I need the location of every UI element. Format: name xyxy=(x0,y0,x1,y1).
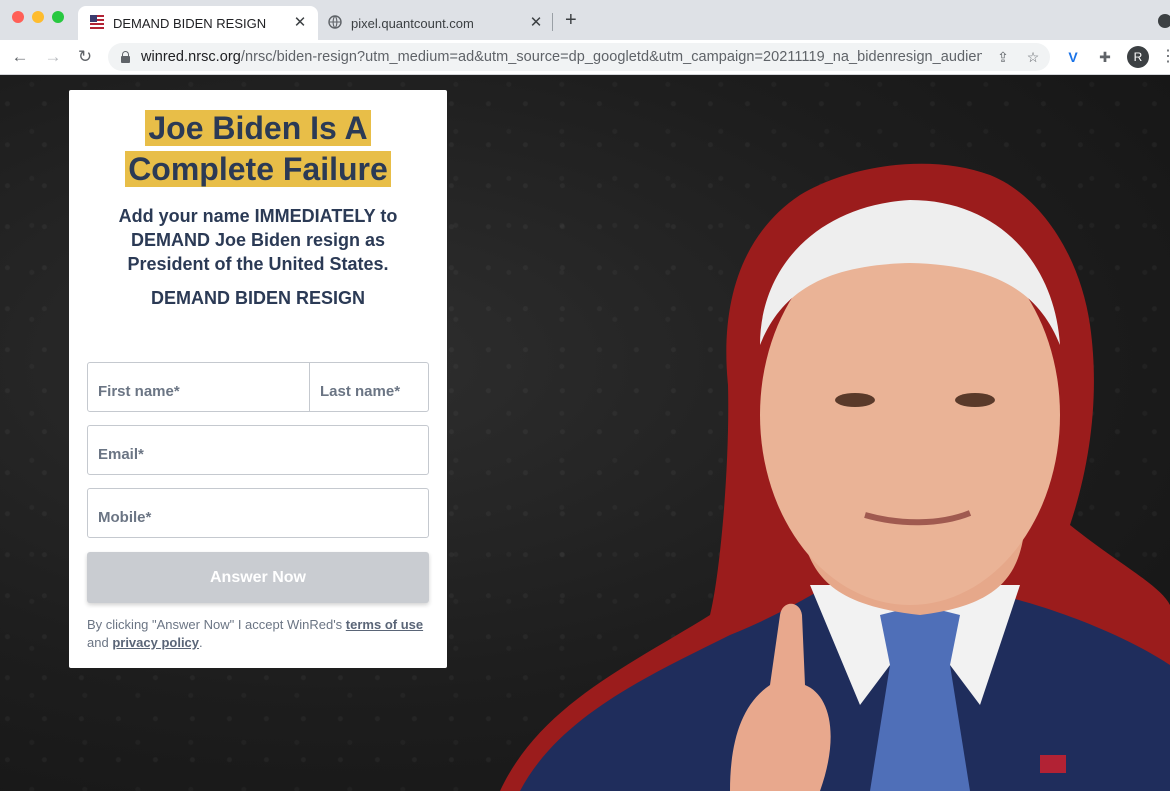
new-tab-plus-icon[interactable]: + xyxy=(565,10,577,30)
mobile-field[interactable] xyxy=(88,489,428,537)
forward-arrow-icon[interactable]: → xyxy=(42,46,64,68)
close-icon[interactable]: ✕ xyxy=(292,15,308,31)
headline: Joe Biden Is A Complete Failure xyxy=(108,108,408,190)
v-extension-icon[interactable]: V xyxy=(1063,47,1083,67)
tab-strip: DEMAND BIDEN RESIGN ✕ pixel.quantcount.c… xyxy=(0,0,1170,40)
tab-title: DEMAND BIDEN RESIGN xyxy=(113,15,267,31)
name-fields xyxy=(87,362,531,412)
globe-icon xyxy=(328,14,342,32)
legal-prefix: By clicking "Answer Now" I accept WinRed… xyxy=(87,617,346,632)
url-text[interactable]: winred.nrsc.org/nrsc/biden-resign?utm_me… xyxy=(141,49,982,65)
kebab-menu-icon[interactable]: ⋮ xyxy=(1160,47,1170,67)
address-bar[interactable]: winred.nrsc.org/nrsc/biden-resign?utm_me… xyxy=(108,43,1050,71)
tab-search-icon[interactable] xyxy=(1158,14,1170,28)
puzzle-icon[interactable]: ✚ xyxy=(1095,47,1115,67)
last-name-field[interactable] xyxy=(310,363,531,411)
zoom-window-button[interactable] xyxy=(52,11,64,23)
tab-title: pixel.quantcount.com xyxy=(351,15,474,31)
petition-title: DEMAND BIDEN RESIGN xyxy=(150,288,365,308)
terms-of-use-link[interactable]: terms of use xyxy=(346,617,423,632)
close-window-button[interactable] xyxy=(12,11,24,23)
share-icon[interactable]: ⇪ xyxy=(994,49,1012,66)
profile-avatar[interactable]: R xyxy=(1127,46,1149,68)
call-to-action-text: Add your name IMMEDIATELY to DEMAND Joe … xyxy=(118,206,398,274)
tab-demand-biden-resign[interactable]: DEMAND BIDEN RESIGN ✕ xyxy=(78,6,318,40)
first-name-field[interactable] xyxy=(88,363,310,411)
page-background: Joe Biden Is A Complete Failure Add your… xyxy=(0,75,1170,791)
privacy-policy-link[interactable]: privacy policy xyxy=(112,635,199,650)
minimize-window-button[interactable] xyxy=(32,11,44,23)
email-field[interactable] xyxy=(88,426,428,474)
answer-now-button[interactable]: Answer Now xyxy=(87,552,429,603)
url-path: /nrsc/biden-resign?utm_medium=ad&utm_sou… xyxy=(240,49,982,65)
tab-pixel-quantcount[interactable]: pixel.quantcount.com ✕ xyxy=(318,6,554,40)
close-icon[interactable]: ✕ xyxy=(528,15,544,31)
portrait-photo xyxy=(500,163,1170,791)
star-icon[interactable]: ☆ xyxy=(1024,49,1042,66)
tab-divider xyxy=(552,13,553,31)
legal-suffix: . xyxy=(199,635,203,650)
petition-card: Joe Biden Is A Complete Failure Add your… xyxy=(69,90,531,668)
headline-text: Joe Biden Is A Complete Failure xyxy=(125,110,391,187)
mobile-field-wrapper xyxy=(87,488,429,538)
flag-favicon-icon xyxy=(90,14,104,32)
email-field-wrapper xyxy=(87,425,429,475)
legal-text: By clicking "Answer Now" I accept WinRed… xyxy=(87,616,429,652)
lock-icon[interactable] xyxy=(120,51,131,63)
legal-and: and xyxy=(87,635,113,650)
url-host: winred.nrsc.org xyxy=(141,49,241,65)
flag-pin-icon xyxy=(1040,755,1066,773)
browser-toolbar: ← → ↻ winred.nrsc.org/nrsc/biden-resign?… xyxy=(0,40,1170,75)
back-arrow-icon[interactable]: ← xyxy=(9,46,31,68)
reload-icon[interactable]: ↻ xyxy=(74,46,96,68)
